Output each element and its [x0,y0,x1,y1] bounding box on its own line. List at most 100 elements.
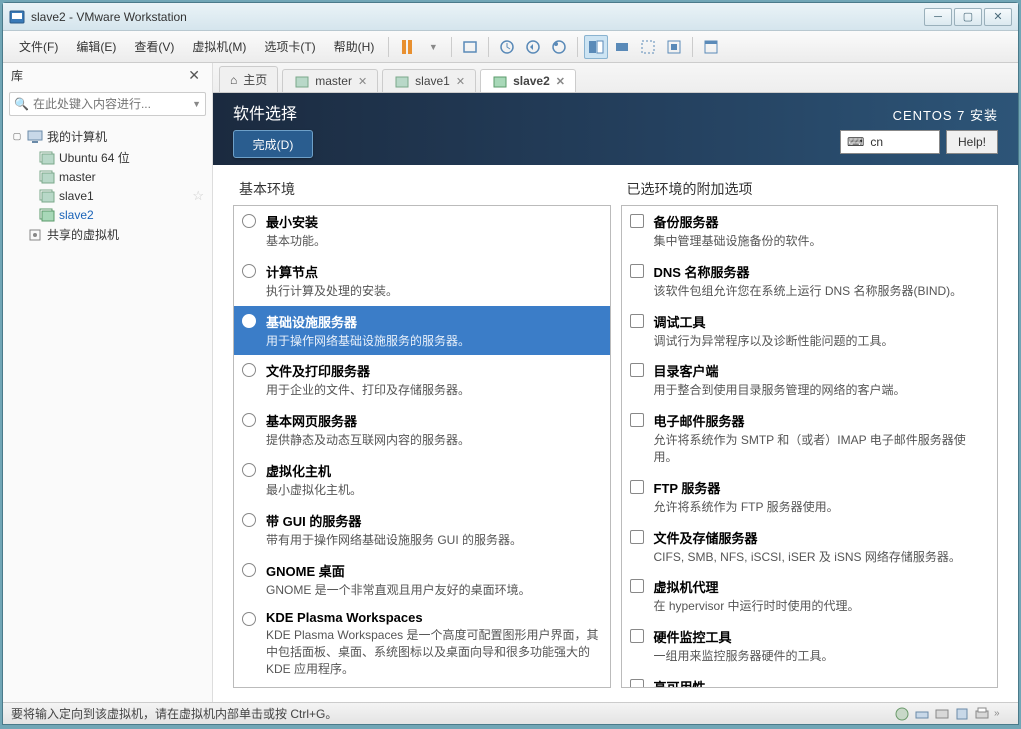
menu-edit[interactable]: 编辑(E) [68,34,124,59]
sidebar-close-icon[interactable]: ✕ [184,67,204,84]
tree-vm-ubuntu[interactable]: Ubuntu 64 位 [7,147,208,168]
checkbox-icon[interactable] [630,314,644,328]
minimize-button[interactable]: ─ [924,8,952,26]
addon-row[interactable]: 调试工具调试行为异常程序以及诊断性能问题的工具。 [622,306,998,356]
radio-icon[interactable] [242,513,256,527]
checkbox-icon[interactable] [630,413,644,427]
checkbox-icon[interactable] [630,579,644,593]
environment-row[interactable]: 开发及生成工作站用于软件、硬件、图形或者内容开发的工作站。 [234,684,610,688]
environment-desc: 提供静态及动态互联网内容的服务器。 [266,432,600,449]
environment-name: GNOME 桌面 [266,561,600,580]
tree-vm-master[interactable]: master [7,168,208,186]
tree-shared-vms[interactable]: 共享的虚拟机 [7,224,208,245]
radio-icon[interactable] [242,363,256,377]
radio-icon[interactable] [242,563,256,577]
status-disk-icon[interactable] [894,706,910,722]
stretch-button[interactable] [636,35,660,59]
environment-row[interactable]: 最小安装基本功能。 [234,206,610,256]
checkbox-icon[interactable] [630,363,644,377]
checkbox-icon[interactable] [630,530,644,544]
environment-desc: GNOME 是一个非常直观且用户友好的桌面环境。 [266,582,600,599]
tab-close-icon[interactable]: ✕ [358,75,367,88]
view-thumbnail-button[interactable] [610,35,634,59]
pause-button[interactable] [395,35,419,59]
environment-row[interactable]: KDE Plasma WorkspacesKDE Plasma Workspac… [234,604,610,683]
environment-desc: 基本功能。 [266,233,600,250]
addons-list[interactable]: 备份服务器集中管理基础设施备份的软件。DNS 名称服务器该软件包组允许您在系统上… [621,205,999,688]
revert-button[interactable] [521,35,545,59]
snapshot-mgr-button[interactable] [547,35,571,59]
environment-desc: 执行计算及处理的安装。 [266,283,600,300]
addon-row[interactable]: 备份服务器集中管理基础设施备份的软件。 [622,206,998,256]
send-ctrl-alt-del-button[interactable] [458,35,482,59]
done-button[interactable]: 完成(D) [233,130,313,158]
environment-row[interactable]: 带 GUI 的服务器带有用于操作网络基础设施服务 GUI 的服务器。 [234,505,610,555]
addon-row[interactable]: 电子邮件服务器允许将系统作为 SMTP 和（或者）IMAP 电子邮件服务器使用。 [622,405,998,472]
tree-vm-slave2[interactable]: slave2 [7,206,208,224]
tab-slave1[interactable]: slave1 ✕ [382,69,476,92]
radio-icon[interactable] [242,314,256,328]
status-chevrons-icon[interactable]: » [994,706,1010,722]
addon-row[interactable]: FTP 服务器允许将系统作为 FTP 服务器使用。 [622,472,998,522]
view-console-button[interactable] [584,35,608,59]
menu-vm[interactable]: 虚拟机(M) [184,34,254,59]
radio-icon[interactable] [242,463,256,477]
menu-file[interactable]: 文件(F) [11,34,66,59]
addon-row[interactable]: DNS 名称服务器该软件包组允许您在系统上运行 DNS 名称服务器(BIND)。 [622,256,998,306]
environments-list[interactable]: 最小安装基本功能。计算节点执行计算及处理的安装。基础设施服务器用于操作网络基础设… [233,205,611,688]
menu-help[interactable]: 帮助(H) [326,34,383,59]
favorite-icon[interactable]: ☆ [192,188,204,204]
checkbox-icon[interactable] [630,629,644,643]
environment-row[interactable]: 基础设施服务器用于操作网络基础设施服务的服务器。 [234,306,610,356]
search-icon: 🔍 [14,97,29,111]
checkbox-icon[interactable] [630,679,644,688]
environment-desc: 带有用于操作网络基础设施服务 GUI 的服务器。 [266,532,600,549]
keyboard-layout-box[interactable]: ⌨ cn [840,130,940,154]
status-drive-icon[interactable] [934,706,950,722]
radio-icon[interactable] [242,264,256,278]
search-dropdown-icon[interactable]: ▼ [192,99,201,109]
snapshot-button[interactable] [495,35,519,59]
environment-row[interactable]: 文件及打印服务器用于企业的文件、打印及存储服务器。 [234,355,610,405]
environment-row[interactable]: GNOME 桌面 GNOME 是一个非常直观且用户友好的桌面环境。 [234,555,610,605]
maximize-button[interactable]: ▢ [954,8,982,26]
tab-close-icon[interactable]: ✕ [456,75,465,88]
addon-row[interactable]: 高可用性 [622,671,998,688]
checkbox-icon[interactable] [630,214,644,228]
status-net-icon[interactable] [914,706,930,722]
environment-name: 虚拟化主机 [266,461,600,480]
tree-my-computer[interactable]: ▢ 我的计算机 [7,126,208,147]
tab-slave2[interactable]: slave2 ✕ [480,69,576,92]
radio-icon[interactable] [242,413,256,427]
addon-row[interactable]: 硬件监控工具一组用来监控服务器硬件的工具。 [622,621,998,671]
tree-vm-slave1[interactable]: slave1 ☆ [7,186,208,206]
tree-expand-icon[interactable]: ▢ [11,131,23,142]
radio-icon[interactable] [242,214,256,228]
close-button[interactable]: ✕ [984,8,1012,26]
search-field[interactable] [33,97,192,111]
status-sound-icon[interactable] [954,706,970,722]
addon-row[interactable]: 文件及存储服务器CIFS, SMB, NFS, iSCSI, iSER 及 iS… [622,522,998,572]
menu-tabs[interactable]: 选项卡(T) [256,34,323,59]
environment-row[interactable]: 计算节点执行计算及处理的安装。 [234,256,610,306]
fullscreen-button[interactable] [662,35,686,59]
radio-icon[interactable] [242,612,256,626]
menubar: 文件(F) 编辑(E) 查看(V) 虚拟机(M) 选项卡(T) 帮助(H) ▼ [3,31,1018,63]
checkbox-icon[interactable] [630,264,644,278]
menu-view[interactable]: 查看(V) [126,34,182,59]
power-dropdown[interactable]: ▼ [421,35,445,59]
checkbox-icon[interactable] [630,480,644,494]
addon-name: 调试工具 [654,312,988,331]
environment-row[interactable]: 虚拟化主机最小虚拟化主机。 [234,455,610,505]
addon-row[interactable]: 虚拟机代理在 hypervisor 中运行时时使用的代理。 [622,571,998,621]
status-print-icon[interactable] [974,706,990,722]
unity-button[interactable] [699,35,723,59]
tab-close-icon[interactable]: ✕ [556,75,565,88]
tab-master[interactable]: master ✕ [282,69,378,92]
search-input[interactable]: 🔍 ▼ [9,92,206,116]
addon-row[interactable]: 目录客户端用于整合到使用目录服务管理的网络的客户端。 [622,355,998,405]
window-title: slave2 - VMware Workstation [31,10,924,24]
tab-home[interactable]: ⌂ 主页 [219,66,278,92]
environment-row[interactable]: 基本网页服务器提供静态及动态互联网内容的服务器。 [234,405,610,455]
help-button[interactable]: Help! [946,130,998,154]
